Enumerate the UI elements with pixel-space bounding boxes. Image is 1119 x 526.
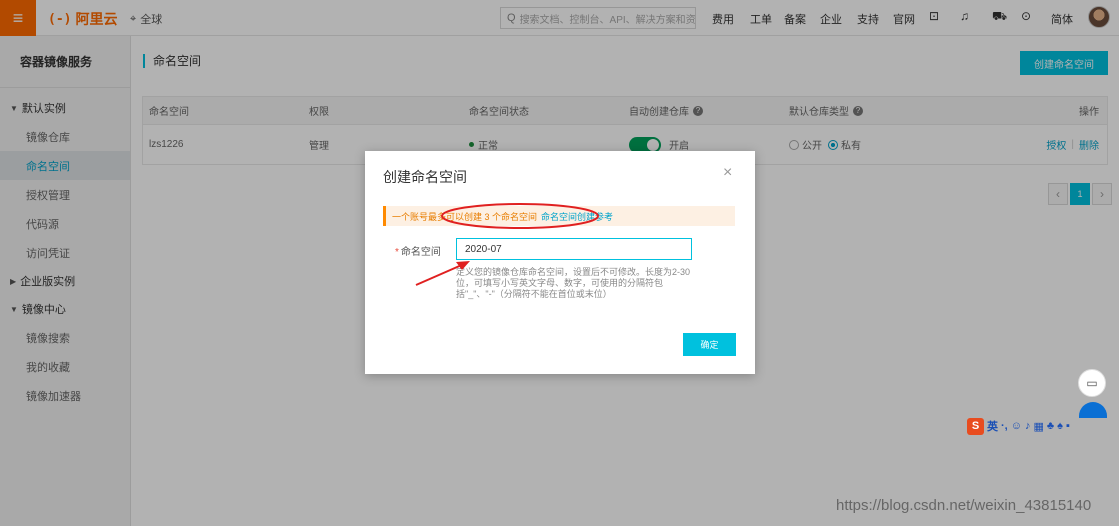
sogou-logo-icon[interactable]: S [967,417,984,435]
notice-link[interactable]: 命名空间创建参考 [541,210,613,223]
punctuation-icon[interactable]: ·, [1001,420,1008,432]
namespace-field-label: * 命名空间 [395,243,441,258]
watermark: https://blog.csdn.net/weixin_43815140 [836,497,1092,514]
required-mark: * [395,247,399,258]
confirm-button[interactable]: 确定 [683,333,736,356]
emoji-icon[interactable]: ☺ [1011,420,1022,432]
dialog-title: 创建命名空间 [383,169,467,185]
quota-notice: 一个账号最多可以创建 3 个命名空间 命名空间创建参考 [383,206,735,226]
create-namespace-dialog: 创建命名空间 × 一个账号最多可以创建 3 个命名空间 命名空间创建参考 * 命名… [365,151,755,374]
chat-icon[interactable]: ▭ [1078,369,1106,397]
notice-text: 一个账号最多可以创建 3 个命名空间 [392,211,538,222]
ime-toolbar: S 英 ·, ☺ ♪ ▦ ♣ ♠ ▪ [967,416,1115,436]
toolbox-icon[interactable]: ▪ [1066,420,1070,432]
namespace-help-text: 定义您的镜像仓库命名空间，设置后不可修改。长度为2-30位，可填写小写英文字母、… [456,267,691,299]
namespace-input[interactable]: 2020-07 [456,238,692,260]
microphone-icon[interactable]: ♪ [1025,420,1031,432]
close-icon[interactable]: × [723,164,732,182]
ime-mode-label[interactable]: 英 [987,418,998,434]
keyboard-icon[interactable]: ▦ [1033,420,1043,433]
field-label-text: 命名空间 [400,247,441,258]
skin-icon[interactable]: ♣ [1047,420,1054,432]
shirt-icon[interactable]: ♠ [1057,420,1063,432]
